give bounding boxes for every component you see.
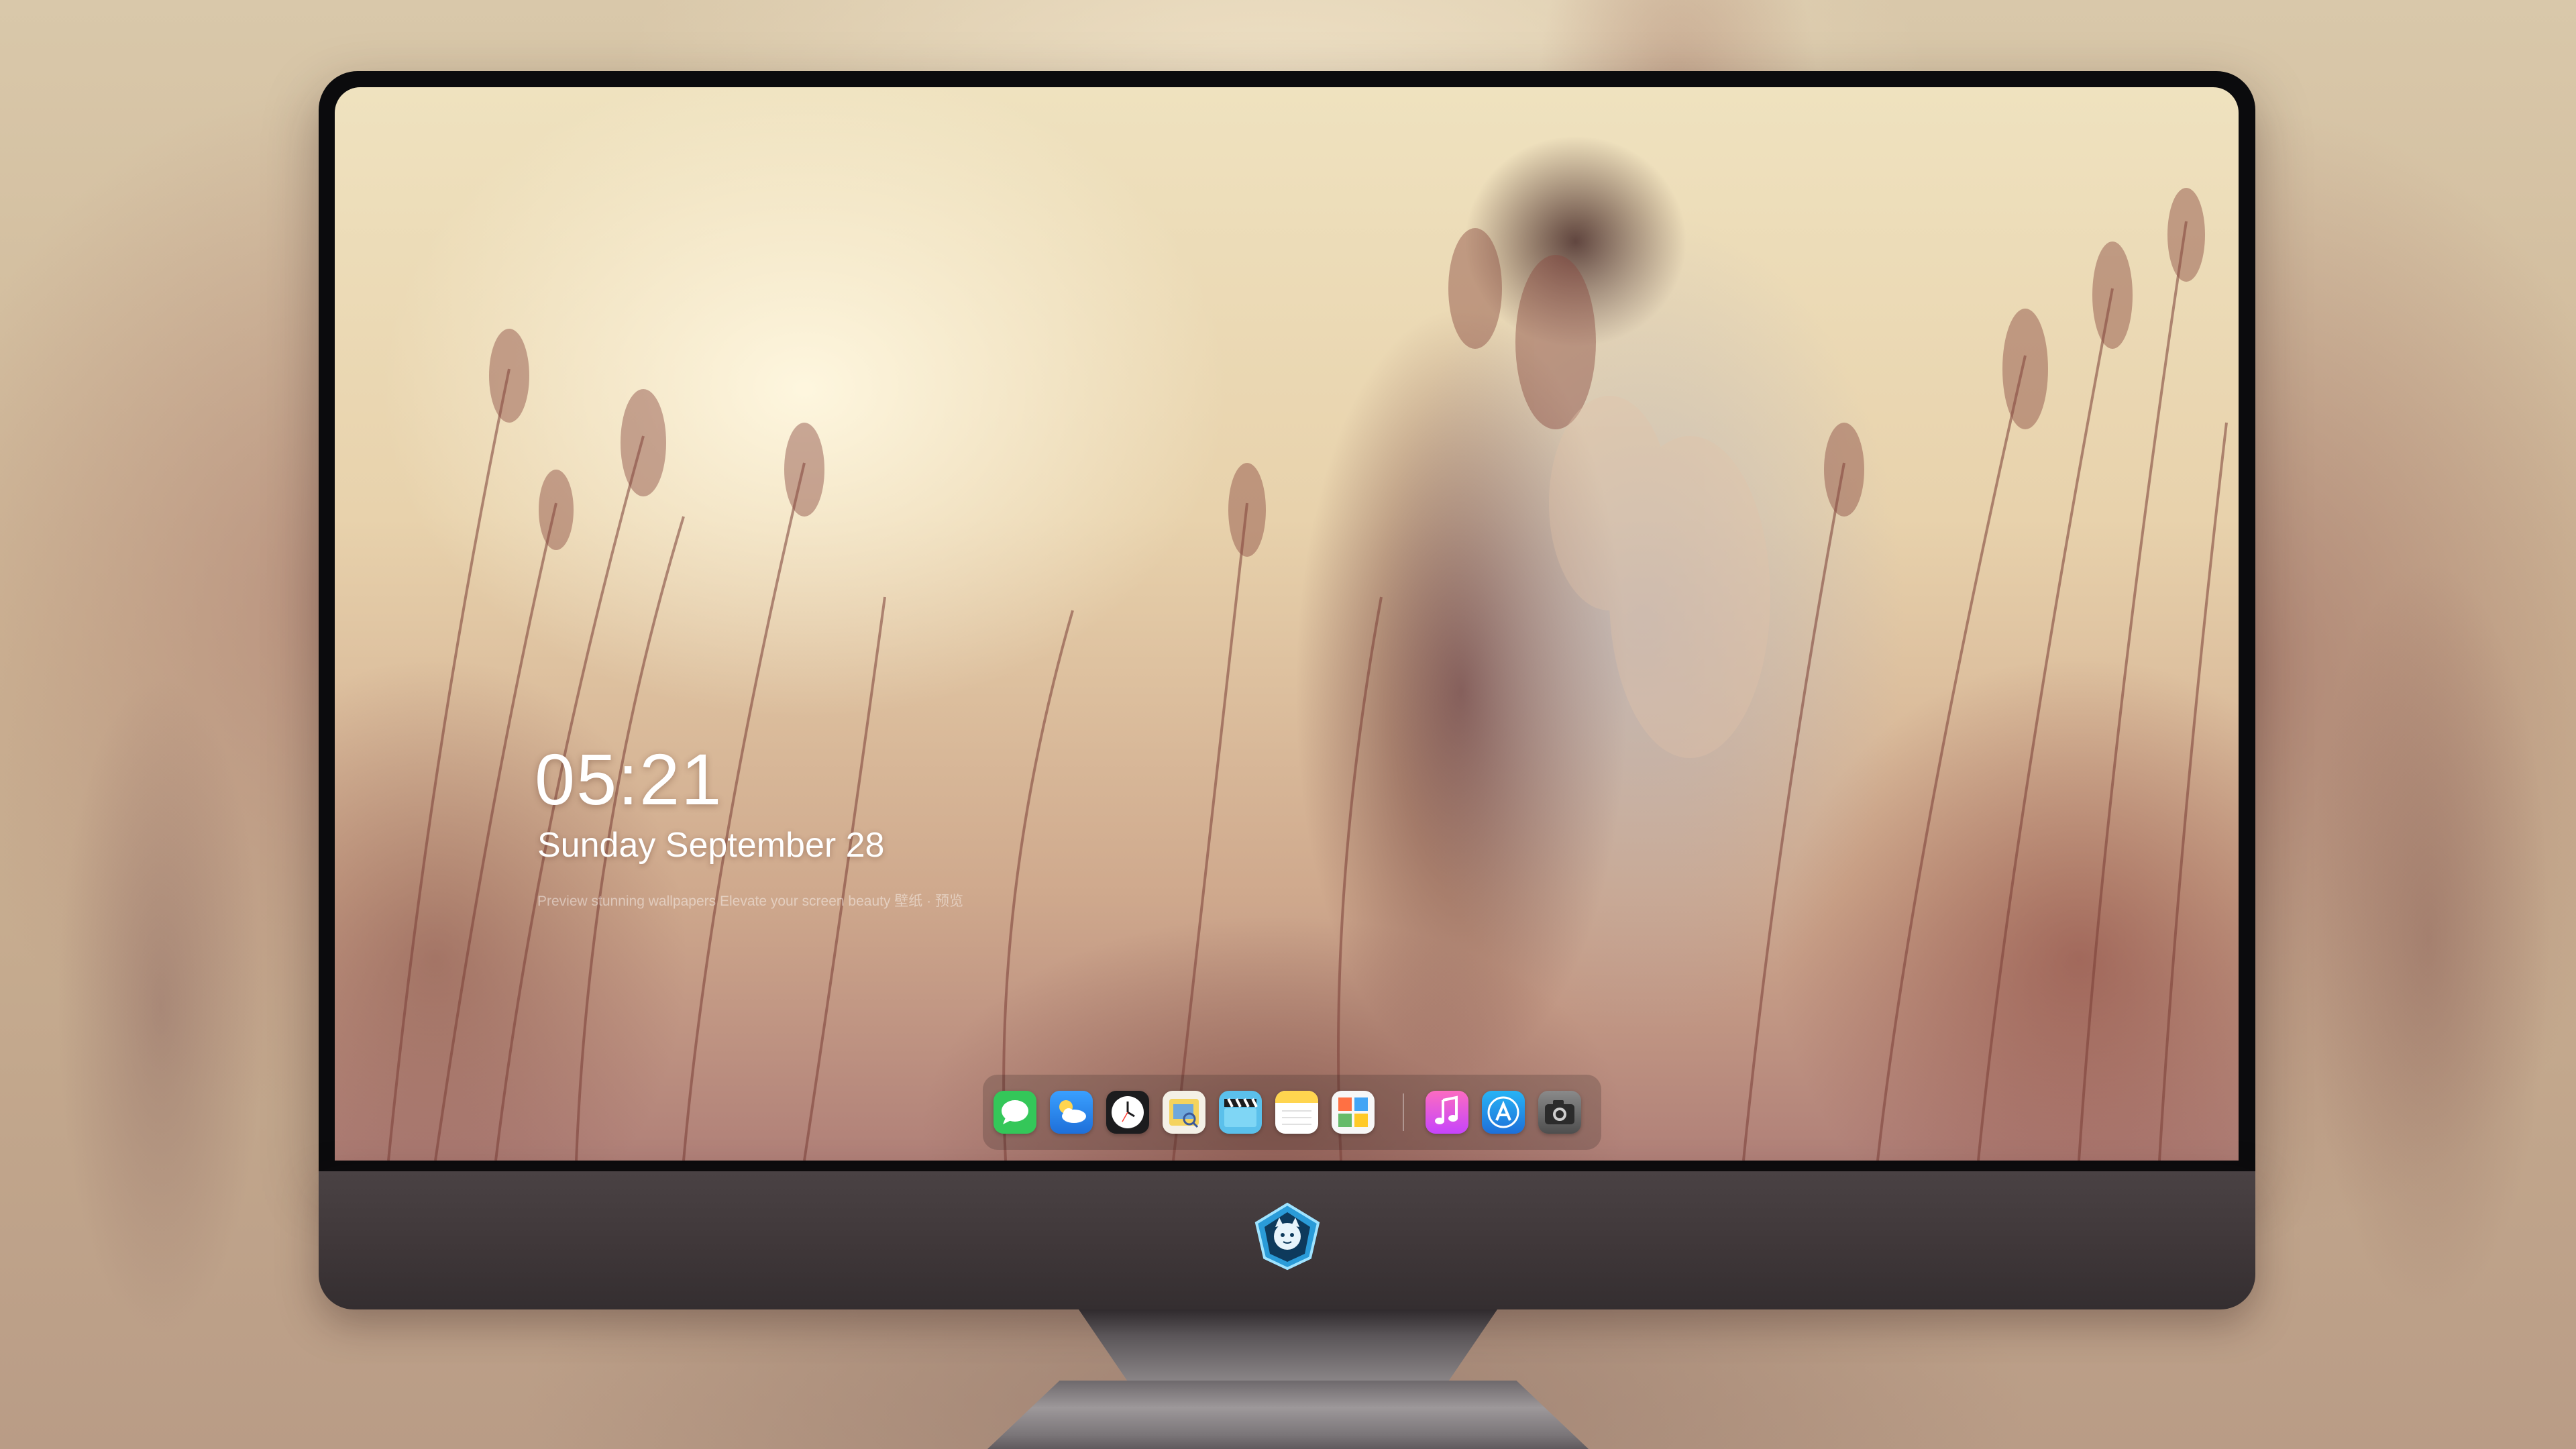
lockscreen-date: Sunday September 28: [537, 826, 885, 865]
clock-icon: [1112, 1096, 1144, 1128]
dock-app-app-store[interactable]: [1482, 1091, 1525, 1134]
dock-separator: [1403, 1093, 1404, 1131]
messages-icon: [1002, 1100, 1028, 1124]
dock-app-weather[interactable]: [1050, 1091, 1093, 1134]
lockscreen-clock: 05:21: [535, 739, 723, 820]
preview-icon: [1169, 1099, 1199, 1128]
dock-app-video-editor[interactable]: [1219, 1091, 1262, 1134]
wallpaper-caption: Preview stunning wallpapers Elevate your…: [537, 894, 963, 909]
dock-app-clock[interactable]: [1106, 1091, 1149, 1134]
monitor: 05:21 Sunday September 28 Preview stunni…: [319, 71, 2255, 1383]
notes-icon: [1275, 1091, 1318, 1125]
weather-icon: [1059, 1100, 1086, 1123]
dock-app-music[interactable]: [1426, 1091, 1468, 1134]
brand-logo-icon: [1254, 1202, 1320, 1271]
dock-app-messages[interactable]: [994, 1091, 1036, 1134]
app-store-icon: [1487, 1096, 1519, 1128]
dock-app-photos[interactable]: [1332, 1091, 1375, 1134]
monitor-stand-base: [987, 1381, 1589, 1449]
wallpaper-grass: [387, 188, 2228, 1161]
monitor-bezel: 05:21 Sunday September 28 Preview stunni…: [319, 71, 2255, 1171]
music-icon: [1435, 1095, 1458, 1124]
clapperboard-icon: [1224, 1098, 1258, 1127]
monitor-stand-neck: [1079, 1309, 1497, 1383]
camera-icon: [1545, 1100, 1574, 1124]
dock-app-notes[interactable]: [1275, 1091, 1318, 1134]
dock: [983, 1075, 1601, 1150]
dock-app-preview[interactable]: [1163, 1091, 1205, 1134]
desktop-screen[interactable]: 05:21 Sunday September 28 Preview stunni…: [335, 87, 2239, 1161]
photos-grid-icon: [1338, 1097, 1368, 1127]
dock-app-camera[interactable]: [1538, 1091, 1581, 1134]
